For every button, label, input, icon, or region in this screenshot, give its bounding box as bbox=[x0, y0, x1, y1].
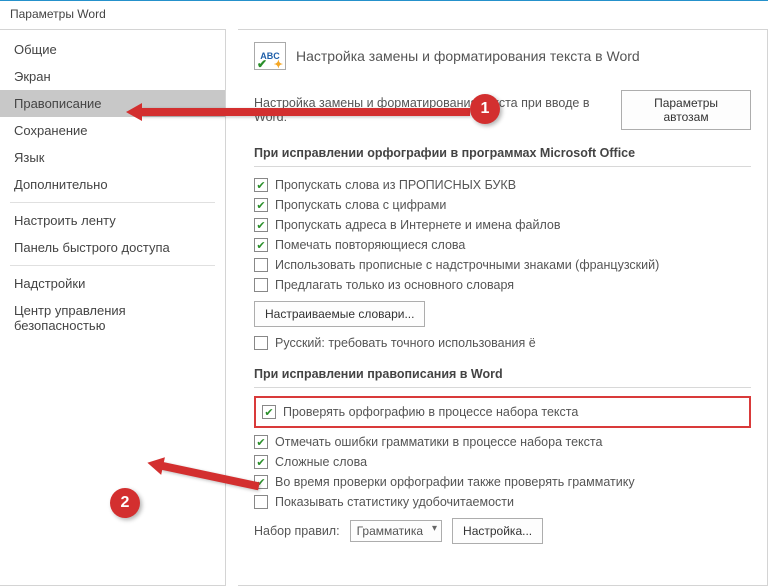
sidebar-divider bbox=[10, 202, 215, 203]
checkbox-icon[interactable]: ✔ bbox=[254, 198, 268, 212]
checkbox-spellcheck-typing[interactable]: ✔ Проверять орфографию в процессе набора … bbox=[262, 402, 743, 422]
custom-dictionaries-button[interactable]: Настраиваемые словари... bbox=[254, 301, 425, 327]
checkbox-icon[interactable]: ✔ bbox=[254, 218, 268, 232]
checkbox-label: Пропускать слова с цифрами bbox=[275, 198, 446, 212]
sidebar-item-language[interactable]: Язык bbox=[0, 144, 225, 171]
window-title: Параметры Word bbox=[0, 1, 768, 29]
sidebar-divider bbox=[10, 265, 215, 266]
proofing-icon: ABC✔✦ bbox=[254, 42, 286, 70]
checkbox-readability[interactable]: Показывать статистику удобочитаемости bbox=[254, 492, 751, 512]
sidebar-item-advanced[interactable]: Дополнительно bbox=[0, 171, 225, 198]
checkbox-label: Во время проверки орфографии также прове… bbox=[275, 475, 635, 489]
checkbox-french-accents[interactable]: Использовать прописные с надстрочными зн… bbox=[254, 255, 751, 275]
ruleset-label: Набор правил: bbox=[254, 524, 340, 538]
sidebar-item-qat[interactable]: Панель быстрого доступа bbox=[0, 234, 225, 261]
checkbox-label: Проверять орфографию в процессе набора т… bbox=[283, 405, 578, 419]
checkbox-icon[interactable]: ✔ bbox=[254, 178, 268, 192]
checkbox-numbers[interactable]: ✔ Пропускать слова с цифрами bbox=[254, 195, 751, 215]
checkbox-label: Предлагать только из основного словаря bbox=[275, 278, 514, 292]
sidebar-item-general[interactable]: Общие bbox=[0, 36, 225, 63]
panel-title: Настройка замены и форматирования текста… bbox=[296, 48, 640, 64]
checkbox-icon[interactable] bbox=[254, 495, 268, 509]
checkbox-icon[interactable]: ✔ bbox=[262, 405, 276, 419]
checkbox-label: Использовать прописные с надстрочными зн… bbox=[275, 258, 659, 272]
checkbox-label: Пропускать адреса в Интернете и имена фа… bbox=[275, 218, 560, 232]
sidebar-item-trustcenter[interactable]: Центр управления безопасностью bbox=[0, 297, 225, 339]
checkbox-icon[interactable]: ✔ bbox=[254, 435, 268, 449]
annotation-marker-2: 2 bbox=[110, 488, 140, 518]
checkbox-icon[interactable] bbox=[254, 278, 268, 292]
sidebar-item-ribbon[interactable]: Настроить ленту bbox=[0, 207, 225, 234]
checkbox-icon[interactable]: ✔ bbox=[254, 455, 268, 469]
highlighted-option: ✔ Проверять орфографию в процессе набора … bbox=[254, 396, 751, 428]
checkbox-label: Русский: требовать точного использования… bbox=[275, 336, 536, 350]
checkbox-label: Показывать статистику удобочитаемости bbox=[275, 495, 514, 509]
section-word-proofing: При исправлении правописания в Word bbox=[254, 361, 751, 388]
checkbox-confused-words[interactable]: ✔ Сложные слова bbox=[254, 452, 751, 472]
ruleset-dropdown[interactable]: Грамматика bbox=[350, 520, 442, 542]
checkbox-repeated[interactable]: ✔ Помечать повторяющиеся слова bbox=[254, 235, 751, 255]
checkbox-icon[interactable] bbox=[254, 336, 268, 350]
checkbox-icon[interactable] bbox=[254, 258, 268, 272]
ruleset-settings-button[interactable]: Настройка... bbox=[452, 518, 543, 544]
checkbox-icon[interactable]: ✔ bbox=[254, 238, 268, 252]
checkbox-main-dict[interactable]: Предлагать только из основного словаря bbox=[254, 275, 751, 295]
annotation-marker-1: 1 bbox=[470, 94, 500, 124]
checkbox-uppercase[interactable]: ✔ Пропускать слова из ПРОПИСНЫХ БУКВ bbox=[254, 175, 751, 195]
ruleset-row: Набор правил: Грамматика Настройка... bbox=[254, 518, 751, 544]
checkbox-urls[interactable]: ✔ Пропускать адреса в Интернете и имена ф… bbox=[254, 215, 751, 235]
checkbox-label: Отмечать ошибки грамматики в процессе на… bbox=[275, 435, 602, 449]
checkbox-label: Сложные слова bbox=[275, 455, 367, 469]
autocorrect-options-button[interactable]: Параметры автозам bbox=[621, 90, 751, 130]
annotation-arrow-1 bbox=[140, 108, 470, 116]
sidebar-item-save[interactable]: Сохранение bbox=[0, 117, 225, 144]
checkbox-grammar-with-spell[interactable]: ✔Во время проверки орфографии также пров… bbox=[254, 472, 751, 492]
sidebar-item-addins[interactable]: Надстройки bbox=[0, 270, 225, 297]
section-office-proofing: При исправлении орфографии в программах … bbox=[254, 140, 751, 167]
checkbox-russian-yo[interactable]: Русский: требовать точного использования… bbox=[254, 333, 751, 353]
checkbox-label: Помечать повторяющиеся слова bbox=[275, 238, 465, 252]
checkbox-grammar-typing[interactable]: ✔ Отмечать ошибки грамматики в процессе н… bbox=[254, 432, 751, 452]
checkbox-label: Пропускать слова из ПРОПИСНЫХ БУКВ bbox=[275, 178, 516, 192]
panel-header: ABC✔✦ Настройка замены и форматирования … bbox=[254, 42, 751, 70]
sidebar-item-display[interactable]: Экран bbox=[0, 63, 225, 90]
